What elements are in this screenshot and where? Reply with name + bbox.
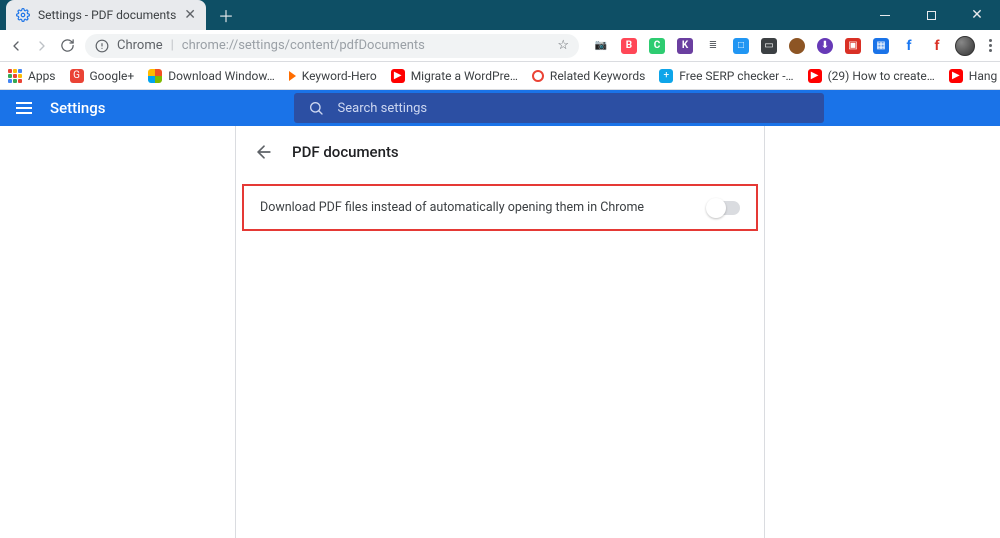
settings-panel: PDF documents Download PDF files instead… [235, 126, 765, 538]
bookmark-item[interactable]: Keyword-Hero [289, 69, 377, 83]
ext-k[interactable]: K [677, 38, 693, 54]
bookmark-label: Google+ [90, 69, 135, 83]
bookmark-favicon: G [70, 69, 84, 83]
window-minimize-button[interactable] [862, 0, 908, 30]
bookmark-item[interactable]: ▶ Hang Ups (Want Yo… [949, 69, 1000, 83]
bookmark-label: Hang Ups (Want Yo… [969, 69, 1000, 83]
chrome-menu-button[interactable] [989, 39, 992, 52]
camera-icon[interactable]: 📷 [593, 38, 609, 54]
bookmark-label: Related Keywords [550, 69, 645, 83]
back-button[interactable] [8, 38, 24, 54]
gear-icon [16, 8, 30, 22]
ext-pdf[interactable]: ▣ [845, 38, 861, 54]
bookmark-favicon [289, 71, 296, 81]
ext-lines[interactable]: ≣ [705, 38, 721, 54]
ext-cal[interactable]: ▦ [873, 38, 889, 54]
profile-avatar[interactable] [955, 36, 975, 56]
ext-b[interactable]: B [621, 38, 637, 54]
bookmark-star-icon[interactable]: ☆ [557, 38, 569, 53]
tab-close-icon[interactable]: ✕ [184, 7, 196, 23]
address-separator: | [171, 38, 174, 53]
bookmark-label: Keyword-Hero [302, 69, 377, 83]
new-tab-button[interactable]: ＋ [212, 2, 240, 28]
tab-title: Settings - PDF documents [38, 8, 178, 22]
address-url: chrome://settings/content/pdfDocuments [182, 38, 425, 53]
settings-content: PDF documents Download PDF files instead… [0, 126, 1000, 538]
toggle-knob [706, 198, 726, 218]
ext-f1[interactable]: f [901, 38, 917, 54]
bookmark-item[interactable]: ▶ (29) How to create… [808, 69, 935, 83]
address-scheme: Chrome [117, 38, 163, 53]
bookmark-label: Free SERP checker -… [679, 69, 793, 83]
bookmark-favicon: ▶ [391, 69, 405, 83]
bookmark-label: Migrate a WordPre… [411, 69, 518, 83]
reload-button[interactable] [60, 38, 75, 53]
bookmark-item[interactable]: + Free SERP checker -… [659, 69, 793, 83]
settings-search-box[interactable] [294, 93, 824, 123]
ext-screen[interactable]: ▭ [761, 38, 777, 54]
apps-grid-icon [8, 69, 22, 83]
window-close-button[interactable]: ✕ [954, 0, 1000, 30]
forward-button[interactable] [34, 38, 50, 54]
bookmark-favicon [532, 70, 544, 82]
settings-page-title: PDF documents [292, 143, 399, 161]
extensions-row: 📷 BCK ≣ □ ▭ ⬇ ▣ ▦ ff [593, 38, 945, 54]
apps-label: Apps [28, 69, 56, 83]
bookmark-item[interactable]: Download Window… [148, 69, 275, 83]
search-icon [308, 100, 324, 116]
settings-back-button[interactable] [254, 142, 274, 162]
settings-menu-button[interactable] [16, 102, 32, 114]
bookmark-favicon: ▶ [949, 69, 963, 83]
window-titlebar: Settings - PDF documents ✕ ＋ ✕ [0, 0, 1000, 30]
bookmark-label: (29) How to create… [828, 69, 935, 83]
window-maximize-button[interactable] [908, 0, 954, 30]
ext-down[interactable]: ⬇ [817, 38, 833, 54]
ext-folder[interactable]: □ [733, 38, 749, 54]
bookmark-favicon: + [659, 69, 673, 83]
pdf-download-setting-label: Download PDF files instead of automatica… [260, 200, 644, 215]
window-buttons: ✕ [862, 0, 1000, 30]
bookmark-favicon [148, 69, 162, 83]
bookmark-favicon: ▶ [808, 69, 822, 83]
bookmark-item[interactable]: ▶ Migrate a WordPre… [391, 69, 518, 83]
apps-button[interactable]: Apps [8, 69, 56, 83]
ext-f2[interactable]: f [929, 38, 945, 54]
pdf-download-toggle[interactable] [708, 201, 740, 215]
ext-c[interactable]: C [649, 38, 665, 54]
browser-toolbar: Chrome | chrome://settings/content/pdfDo… [0, 30, 1000, 62]
settings-app-title: Settings [50, 99, 106, 117]
bookmarks-bar: Apps G Google+ Download Window… Keyword-Her… [0, 62, 1000, 90]
settings-header: Settings [0, 90, 1000, 126]
site-info-icon[interactable] [95, 39, 109, 53]
settings-search-input[interactable] [336, 100, 810, 117]
bookmark-item[interactable]: Related Keywords [532, 69, 645, 83]
bookmark-label: Download Window… [168, 69, 275, 83]
browser-tab[interactable]: Settings - PDF documents ✕ [6, 0, 206, 30]
settings-page-header: PDF documents [236, 126, 764, 178]
bookmark-item[interactable]: G Google+ [70, 69, 135, 83]
ext-cookie[interactable] [789, 38, 805, 54]
pdf-download-setting-row: Download PDF files instead of automatica… [242, 184, 758, 231]
address-bar[interactable]: Chrome | chrome://settings/content/pdfDo… [85, 34, 579, 58]
